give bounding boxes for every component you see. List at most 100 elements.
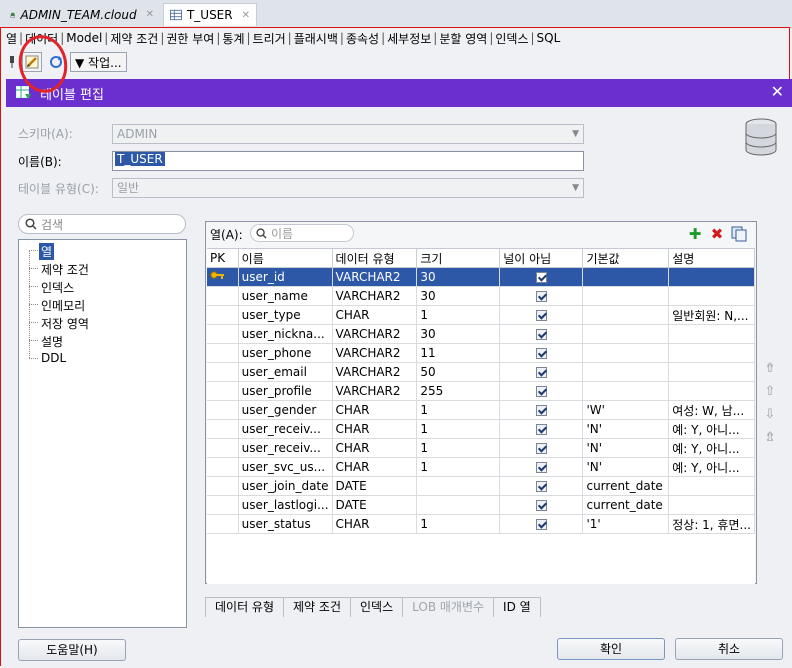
datatype-cell[interactable]: DATE: [332, 476, 418, 496]
tab-identity-column[interactable]: ID 열: [493, 597, 541, 617]
delete-column-icon[interactable]: ✖: [709, 226, 725, 242]
col-header-datatype[interactable]: 데이터 유형: [332, 249, 418, 268]
ok-button[interactable]: 확인: [557, 638, 665, 660]
size-cell[interactable]: 50: [416, 362, 501, 382]
pk-cell[interactable]: [207, 495, 239, 515]
default-cell[interactable]: 'N': [582, 457, 670, 477]
comment-cell[interactable]: [668, 495, 755, 515]
comment-cell[interactable]: [668, 343, 755, 363]
default-cell[interactable]: [582, 324, 670, 344]
tab-grants[interactable]: 권한 부여: [166, 30, 214, 47]
pk-cell[interactable]: [207, 362, 239, 382]
pk-cell[interactable]: [207, 514, 239, 534]
col-header-size[interactable]: 크기: [416, 249, 501, 268]
pk-cell[interactable]: [207, 286, 239, 306]
comment-cell[interactable]: [668, 362, 755, 382]
comment-cell[interactable]: 정상: 1, 휴면...: [668, 514, 755, 534]
col-header-default[interactable]: 기본값: [582, 249, 670, 268]
move-up-icon[interactable]: ⇧: [762, 384, 778, 400]
name-cell[interactable]: user_profile: [238, 381, 333, 401]
notnull-cell[interactable]: [499, 286, 584, 306]
datatype-cell[interactable]: DATE: [332, 495, 418, 515]
table-row[interactable]: user_email VARCHAR2 50: [207, 362, 755, 382]
comment-cell[interactable]: 예: Y, 아니...: [668, 419, 755, 439]
columns-search-input[interactable]: 이름: [250, 224, 354, 242]
pk-cell[interactable]: [207, 400, 239, 420]
datatype-cell[interactable]: CHAR: [332, 400, 418, 420]
default-cell[interactable]: current_date: [582, 476, 670, 496]
size-cell[interactable]: 11: [416, 343, 501, 363]
default-cell[interactable]: current_date: [582, 495, 670, 515]
tab-dependencies[interactable]: 종속성: [346, 30, 379, 47]
default-cell[interactable]: [582, 286, 670, 306]
default-cell[interactable]: [582, 362, 670, 382]
table-row[interactable]: user_status CHAR 1 '1' 정상: 1, 휴면...: [207, 514, 755, 534]
table-row[interactable]: user_receiv... CHAR 1 'N' 예: Y, 아니...: [207, 419, 755, 439]
table-row[interactable]: user_nickna... VARCHAR2 30: [207, 324, 755, 344]
cancel-button[interactable]: 취소: [675, 638, 783, 660]
tree-item-inmemory[interactable]: 인메모리: [41, 297, 85, 314]
default-cell[interactable]: 'W': [582, 400, 670, 420]
tab-constraints[interactable]: 제약 조건: [110, 30, 158, 47]
size-cell[interactable]: [416, 476, 501, 496]
size-cell[interactable]: 30: [416, 324, 501, 344]
notnull-checkbox[interactable]: [535, 291, 547, 302]
notnull-checkbox[interactable]: [535, 348, 547, 359]
default-cell[interactable]: 'N': [582, 419, 670, 439]
table-row[interactable]: user_type CHAR 1 일반회원: N,...: [207, 305, 755, 325]
tab-statistics[interactable]: 통계: [222, 30, 244, 47]
notnull-cell[interactable]: [499, 495, 584, 515]
tree-item-indexes[interactable]: 인덱스: [41, 279, 74, 296]
default-cell[interactable]: '1': [582, 514, 670, 534]
table-row[interactable]: user_phone VARCHAR2 11: [207, 343, 755, 363]
pk-cell[interactable]: [207, 419, 239, 439]
tree-item-storage[interactable]: 저장 영역: [41, 315, 89, 332]
help-button[interactable]: 도움말(H): [18, 639, 126, 661]
datatype-cell[interactable]: CHAR: [332, 514, 418, 534]
notnull-checkbox[interactable]: [535, 405, 547, 416]
datatype-cell[interactable]: VARCHAR2: [332, 343, 418, 363]
pk-cell[interactable]: [207, 343, 239, 363]
comment-cell[interactable]: 예: Y, 아니...: [668, 438, 755, 458]
notnull-cell[interactable]: [499, 419, 584, 439]
notnull-cell[interactable]: [499, 457, 584, 477]
pk-cell[interactable]: [207, 305, 239, 325]
notnull-cell[interactable]: [499, 305, 584, 325]
notnull-cell[interactable]: [499, 438, 584, 458]
size-cell[interactable]: 1: [416, 514, 501, 534]
notnull-checkbox[interactable]: [535, 329, 547, 340]
actions-dropdown-button[interactable]: ▼ 작업...: [70, 52, 127, 72]
comment-cell[interactable]: [668, 381, 755, 401]
close-icon[interactable]: ✕: [242, 10, 250, 21]
datatype-cell[interactable]: VARCHAR2: [332, 381, 418, 401]
table-row[interactable]: user_lastlogi... DATE current_date: [207, 495, 755, 515]
default-cell[interactable]: [582, 343, 670, 363]
tab-t-user[interactable]: T_USER ✕: [163, 3, 257, 26]
tab-partitions[interactable]: 분할 영역: [439, 30, 487, 47]
notnull-checkbox[interactable]: [535, 310, 547, 321]
notnull-checkbox[interactable]: [535, 386, 547, 397]
notnull-checkbox[interactable]: [535, 462, 547, 473]
pin-icon[interactable]: [6, 52, 18, 72]
size-cell[interactable]: 255: [416, 381, 501, 401]
datatype-cell[interactable]: CHAR: [332, 438, 418, 458]
add-column-icon[interactable]: ✚: [687, 226, 703, 242]
tab-datatype[interactable]: 데이터 유형: [205, 597, 285, 617]
tab-sql[interactable]: SQL: [537, 31, 561, 45]
size-cell[interactable]: 1: [416, 305, 501, 325]
size-cell[interactable]: 1: [416, 419, 501, 439]
default-cell[interactable]: [582, 267, 670, 287]
close-icon[interactable]: ✕: [771, 83, 784, 101]
default-cell[interactable]: [582, 305, 670, 325]
name-cell[interactable]: user_lastlogi...: [238, 495, 333, 515]
notnull-checkbox[interactable]: [535, 272, 547, 283]
notnull-cell[interactable]: [499, 324, 584, 344]
datatype-cell[interactable]: VARCHAR2: [332, 267, 418, 287]
tree-item-comment[interactable]: 설명: [41, 333, 63, 350]
name-cell[interactable]: user_receiv...: [238, 419, 333, 439]
table-row[interactable]: user_id VARCHAR2 30: [207, 267, 755, 287]
size-cell[interactable]: 30: [416, 267, 501, 287]
notnull-cell[interactable]: [499, 514, 584, 534]
pk-cell[interactable]: [207, 476, 239, 496]
datatype-cell[interactable]: CHAR: [332, 419, 418, 439]
